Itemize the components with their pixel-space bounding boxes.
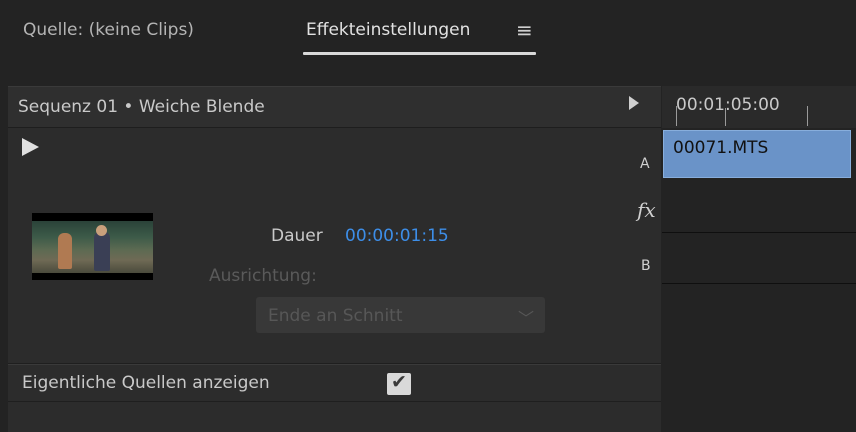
chevron-down-icon: ﹀: [518, 309, 535, 328]
ruler-tick: [676, 106, 677, 126]
ruler-tick: [807, 106, 808, 126]
sequence-title: Sequenz 01 • Weiche Blende: [18, 97, 265, 117]
show-actual-sources-label: Eigentliche Quellen anzeigen: [22, 373, 270, 393]
active-tab-indicator: [303, 52, 536, 55]
thumbnail-image: [32, 221, 153, 273]
checkmark-icon: ✔: [391, 371, 407, 393]
show-timeline-toggle-icon[interactable]: [629, 96, 639, 110]
panel-menu-icon[interactable]: ≡: [516, 18, 533, 42]
timeline-timecode: 00:01:05:00: [676, 95, 780, 115]
track-divider: [662, 283, 856, 284]
panel-tab-bar: [0, 0, 856, 86]
tab-effect-controls[interactable]: Effekteinstellungen: [306, 20, 470, 40]
divider: [8, 364, 661, 365]
ruler-tick: [725, 108, 726, 126]
divider: [8, 401, 661, 402]
thumbnail-figure-head: [96, 225, 107, 236]
timeline-clip-name: 00071.MTS: [673, 138, 769, 158]
duration-value[interactable]: 00:00:01:15: [345, 226, 449, 246]
alignment-dropdown-value: Ende an Schnitt: [268, 306, 403, 326]
tab-source[interactable]: Quelle: (keine Clips): [23, 20, 194, 40]
thumbnail-figure: [94, 231, 110, 271]
transition-thumbnail: [32, 213, 153, 280]
play-transition-preview-icon[interactable]: [22, 138, 39, 156]
thumbnail-figure: [58, 233, 72, 269]
duration-label: Dauer: [271, 226, 323, 246]
fx-icon: fx: [637, 198, 656, 222]
track-b-label: B: [641, 258, 651, 274]
alignment-label: Ausrichtung:: [209, 266, 317, 286]
track-a-label: A: [640, 156, 650, 172]
track-divider: [662, 232, 856, 233]
